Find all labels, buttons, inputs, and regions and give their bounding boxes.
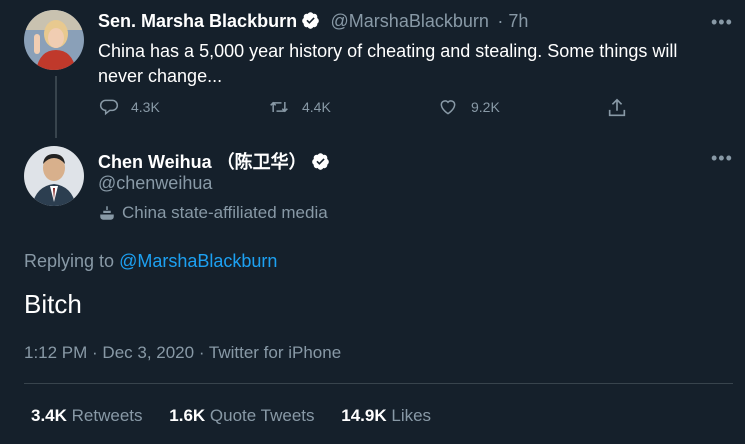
retweet-icon <box>270 101 288 113</box>
state-media-icon <box>100 206 114 220</box>
replying-to: Replying to @MarshaBlackburn <box>24 251 277 272</box>
likes-stat[interactable]: 14.9K Likes <box>341 406 431 425</box>
tweet2-handle[interactable]: @chenweihua <box>98 173 212 194</box>
more-icon[interactable]: ••• <box>711 148 733 169</box>
divider <box>24 383 733 384</box>
tweet1-handle[interactable]: @MarshaBlackburn <box>331 11 489 31</box>
likes-label: Likes <box>391 406 432 425</box>
retweet-button[interactable]: 4.4K <box>268 97 331 117</box>
tweet1-time[interactable]: · 7h <box>497 11 528 31</box>
retweets-count: 3.4K <box>31 406 67 425</box>
retweets-stat[interactable]: 3.4K Retweets <box>31 406 143 425</box>
tweet-stats: 3.4K Retweets 1.6K Quote Tweets 14.9K Li… <box>31 406 431 426</box>
thread-connector <box>55 76 57 138</box>
avatar-chen-weihua[interactable] <box>24 146 84 206</box>
state-media-label[interactable]: China state-affiliated media <box>98 203 328 223</box>
tweet2-header: Chen Weihua （陈卫华） <box>98 148 330 176</box>
retweets-label: Retweets <box>71 406 143 425</box>
quotes-count: 1.6K <box>169 406 206 425</box>
tweet2-text: Bitch <box>24 289 82 319</box>
tweet2-meta[interactable]: 1:12 PM · Dec 3, 2020 · Twitter for iPho… <box>24 343 341 363</box>
share-button[interactable] <box>606 97 640 119</box>
reply-icon <box>99 99 119 116</box>
replying-prefix: Replying to <box>24 251 115 271</box>
quote-tweets-stat[interactable]: 1.6K Quote Tweets <box>169 406 314 425</box>
verified-icon <box>301 11 320 35</box>
reply-button[interactable]: 4.3K <box>99 97 160 117</box>
retweet-count: 4.4K <box>302 99 331 115</box>
tweet1-author-name[interactable]: Sen. Marsha Blackburn <box>98 11 297 31</box>
reply-count: 4.3K <box>131 99 160 115</box>
tweet1-text: China has a 5,000 year history of cheati… <box>98 39 738 89</box>
share-icon <box>608 98 626 117</box>
tweet2-author-name[interactable]: Chen Weihua （陈卫华） <box>98 152 307 172</box>
quotes-label: Quote Tweets <box>209 406 315 425</box>
tweet1-header: Sen. Marsha Blackburn @MarshaBlackburn ·… <box>98 11 528 35</box>
like-icon <box>440 100 456 115</box>
replying-to-link[interactable]: @MarshaBlackburn <box>119 251 277 271</box>
likes-count: 14.9K <box>341 406 387 425</box>
like-count: 9.2K <box>471 99 500 115</box>
tweet1-text-line2: never change... <box>98 66 223 86</box>
state-media-text: China state-affiliated media <box>122 203 328 222</box>
like-button[interactable]: 9.2K <box>437 97 500 117</box>
tweet1-text-line1: China has a 5,000 year history of cheati… <box>98 41 678 61</box>
verified-icon <box>311 152 330 176</box>
more-icon[interactable]: ••• <box>711 12 733 33</box>
avatar-marsha-blackburn[interactable] <box>24 10 84 70</box>
